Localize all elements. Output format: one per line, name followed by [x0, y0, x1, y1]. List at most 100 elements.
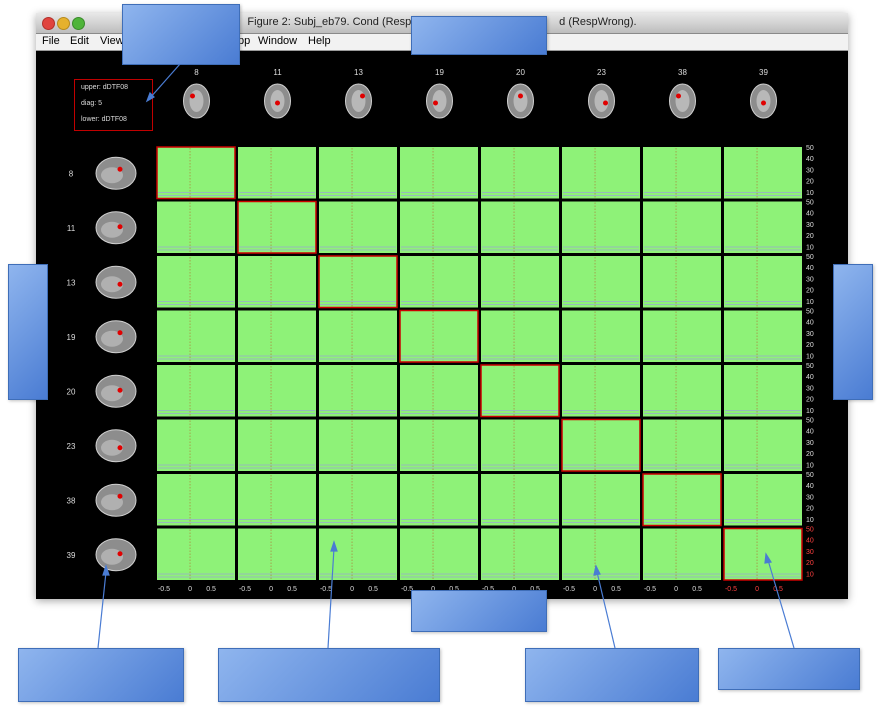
x-tick-label: 0.5 — [287, 586, 297, 593]
sagittal-brain-inner-icon — [101, 221, 123, 238]
matrix-cell — [400, 201, 478, 253]
y-tick-label: 20 — [806, 179, 814, 186]
matrix-cell — [724, 310, 802, 362]
matrix-cell — [724, 147, 802, 199]
menu-edit[interactable]: Edit — [70, 35, 89, 47]
menu-help[interactable]: Help — [308, 35, 331, 47]
menu-window[interactable]: Window — [258, 35, 297, 47]
matrix-cell — [481, 419, 559, 471]
y-tick-label: 20 — [806, 506, 814, 513]
y-tick-label: 40 — [806, 483, 814, 490]
y-tick-label: 40 — [806, 538, 814, 545]
row-label-11: 11 — [67, 224, 76, 233]
axis-callout — [525, 648, 699, 702]
y-tick-label: 50 — [806, 145, 814, 152]
y-tick-label: 30 — [806, 331, 814, 338]
matrix-cell — [400, 528, 478, 580]
column-label-38: 38 — [678, 68, 687, 77]
matrix-cell — [481, 256, 559, 308]
matrix-cell — [157, 528, 235, 580]
x-tick-label: 0.5 — [206, 586, 216, 593]
y-tick-label: 10 — [806, 517, 814, 524]
axial-brain-inner-icon — [675, 90, 690, 112]
row-label-8: 8 — [69, 169, 74, 178]
legend-lower: lower: dDTF08 — [81, 116, 127, 123]
y-tick-label: 20 — [806, 342, 814, 349]
electrode-marker-icon — [117, 445, 123, 451]
matrix-cell — [481, 365, 559, 417]
matrix-cell — [319, 310, 397, 362]
y-tick-label: 20 — [806, 233, 814, 240]
matrix-cell — [481, 528, 559, 580]
electrode-marker-icon — [117, 551, 123, 557]
column-label-23: 23 — [597, 68, 606, 77]
matrix-cell — [157, 310, 235, 362]
legend-box: upper: dDTF08 diag: 5 lower: dDTF08 — [74, 79, 153, 131]
x-tick-label: 0 — [350, 586, 354, 593]
y-tick-label: 50 — [806, 200, 814, 207]
x-tick-label: 0 — [188, 586, 192, 593]
matrix-cell — [724, 474, 802, 526]
row-label-39: 39 — [67, 551, 76, 560]
y-tick-label: 30 — [806, 167, 814, 174]
menu-view[interactable]: View — [100, 35, 124, 47]
menu-file[interactable]: File — [42, 35, 60, 47]
y-tick-label: 30 — [806, 222, 814, 229]
y-tick-label: 50 — [806, 254, 814, 261]
electrode-marker-icon — [433, 100, 438, 106]
matrix-cell — [319, 365, 397, 417]
matrix-cell — [319, 419, 397, 471]
x-tick-label: 0 — [269, 586, 273, 593]
matrix-cell — [238, 256, 316, 308]
electrode-marker-icon — [117, 330, 123, 336]
matrix-cell — [238, 310, 316, 362]
matrix-cell — [157, 201, 235, 253]
matrix-cell — [157, 474, 235, 526]
matrix-cell — [562, 419, 640, 471]
row-label-23: 23 — [67, 442, 76, 451]
matrix-cell — [400, 474, 478, 526]
electrode-marker-icon — [360, 93, 365, 99]
matrix-cell — [724, 419, 802, 471]
y-tick-label: 30 — [806, 385, 814, 392]
matrix-cell — [643, 528, 721, 580]
electrode-marker-icon — [190, 93, 195, 99]
electrode-marker-icon — [761, 100, 766, 106]
column-label-11: 11 — [273, 68, 282, 77]
matrix-cell — [400, 147, 478, 199]
matrix-cell — [643, 310, 721, 362]
matrix-cell — [319, 201, 397, 253]
matrix-cell — [724, 201, 802, 253]
corner-callout — [718, 648, 860, 690]
matrix-cell — [724, 256, 802, 308]
matrix-cell — [319, 474, 397, 526]
matrix-cell — [724, 528, 802, 580]
y-tick-label: 10 — [806, 462, 814, 469]
matrix-cell — [400, 310, 478, 362]
connectivity-matrix: 8 11 13 19 20 23 38 39 8 11 13 19 20 23 38 39 50 40 30 20 10… — [67, 68, 814, 593]
electrode-marker-icon — [117, 281, 123, 287]
y-tick-label: 10 — [806, 571, 814, 578]
axial-brain-inner-icon — [351, 90, 366, 112]
sagittal-brain-inner-icon — [101, 548, 123, 565]
x-tick-label: -0.5 — [725, 586, 737, 593]
x-tick-label: 0.5 — [368, 586, 378, 593]
matrix-cell — [400, 419, 478, 471]
electrode-marker-icon — [117, 387, 123, 393]
window-title-suffix: d (RespWrong). — [559, 16, 637, 28]
x-tick-label: 0.5 — [692, 586, 702, 593]
row-label-13: 13 — [67, 278, 76, 287]
matrix-cell — [562, 147, 640, 199]
y-tick-label: 20 — [806, 397, 814, 404]
row-label-19: 19 — [67, 333, 76, 342]
matrix-cell — [562, 528, 640, 580]
matrix-cell — [481, 474, 559, 526]
axial-brain-inner-icon — [189, 90, 204, 112]
bottom-callout — [411, 590, 547, 632]
y-tick-label: 20 — [806, 560, 814, 567]
matrix-cell — [724, 365, 802, 417]
matrix-cell — [562, 256, 640, 308]
y-tick-label: 50 — [806, 363, 814, 370]
y-tick-label: 50 — [806, 527, 814, 534]
matrix-cell — [319, 528, 397, 580]
